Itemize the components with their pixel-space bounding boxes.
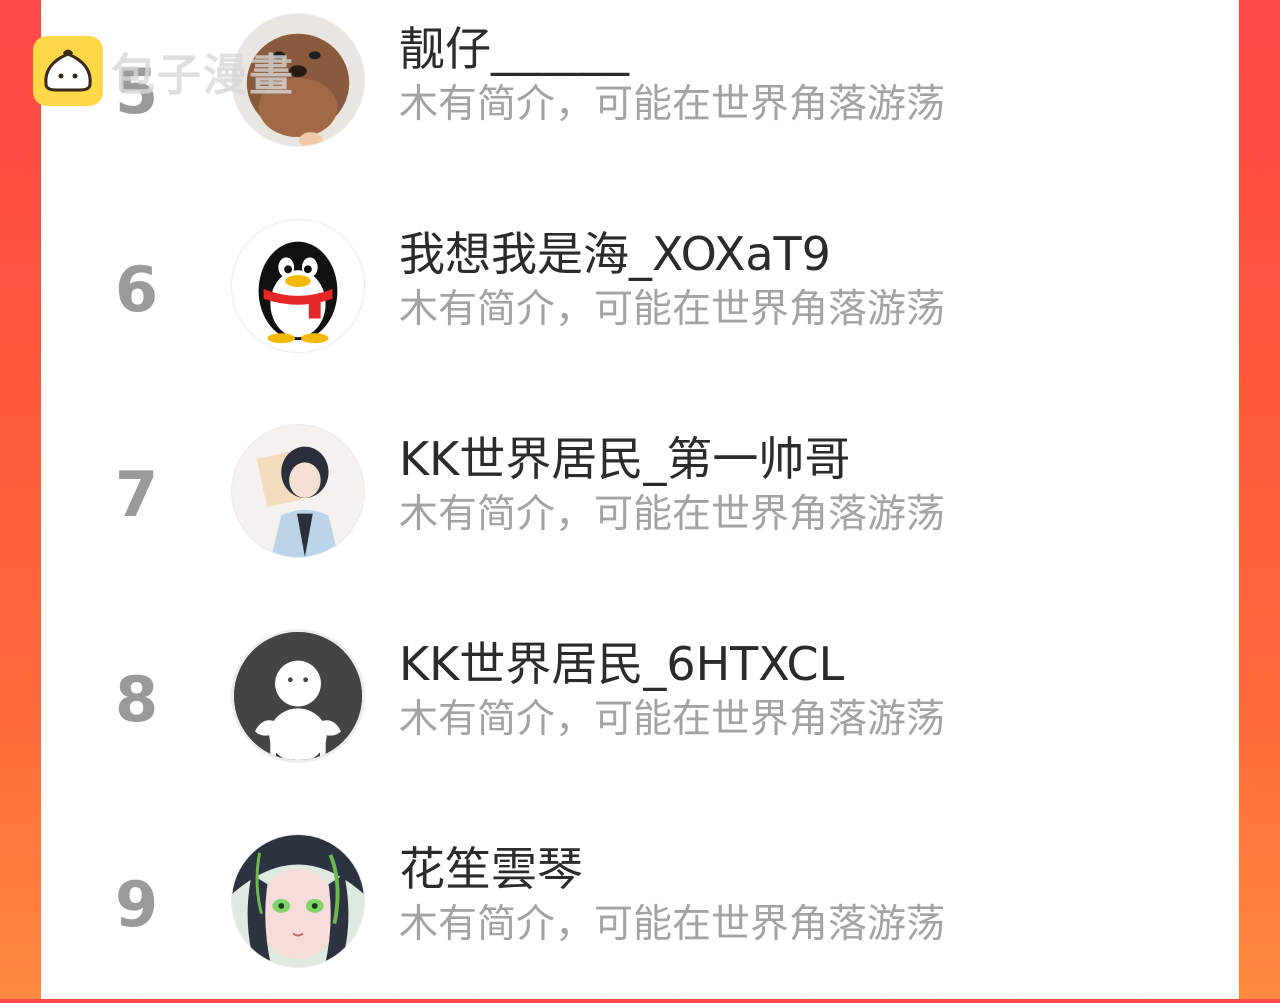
user-name[interactable]: KK世界居民_6HTXCL [399,641,844,687]
rank-number: 7 [115,458,159,531]
rank-number: 8 [115,663,159,736]
list-item[interactable]: 6 我想我是海_XOXaT9 木有简介，可能在世界角落游荡 [41,183,1239,388]
user-avatar[interactable] [231,424,365,558]
user-name[interactable]: 靓仔______ [399,26,629,72]
rank-number: 9 [115,868,159,941]
user-bio: 木有简介，可能在世界角落游荡 [399,492,946,537]
list-item[interactable]: 7 KK世界居民_第一帅哥 木有简介，可能在世界角落游荡 [41,388,1239,593]
watermark-text: 包子漫畫 [111,50,295,101]
default-user-avatar-icon [234,632,362,760]
list-item[interactable]: 8 KK世界居民_6HTXCL 木有简介，可能在世界角落游荡 [41,593,1239,798]
user-avatar[interactable] [231,219,365,353]
user-avatar[interactable] [231,629,365,763]
anime-girl-avatar-icon [232,835,364,967]
bun-logo-icon [33,36,103,106]
user-name[interactable]: KK世界居民_第一帅哥 [399,436,850,482]
user-bio: 木有简介，可能在世界角落游荡 [399,287,946,332]
user-bio: 木有简介，可能在世界角落游荡 [399,697,946,742]
user-bio: 木有简介，可能在世界角落游荡 [399,82,946,127]
user-avatar[interactable] [231,834,365,968]
user-name[interactable]: 花笙雲琴 [399,846,583,892]
site-watermark: 包子漫畫 [33,36,295,106]
rank-number: 6 [115,253,159,326]
user-name[interactable]: 我想我是海_XOXaT9 [399,231,831,277]
qq-penguin-avatar-icon [232,220,364,352]
list-item[interactable]: 9 花笙雲琴 木有简介，可能在世界角落游荡 [41,798,1239,1003]
user-bio: 木有简介，可能在世界角落游荡 [399,902,946,947]
anime-boy-avatar-icon [232,425,364,557]
fan-ranking-list: 5 靓仔______ 木有简介，可能在世界角落游荡 6 我想我是海_XOXaT9… [41,0,1239,999]
